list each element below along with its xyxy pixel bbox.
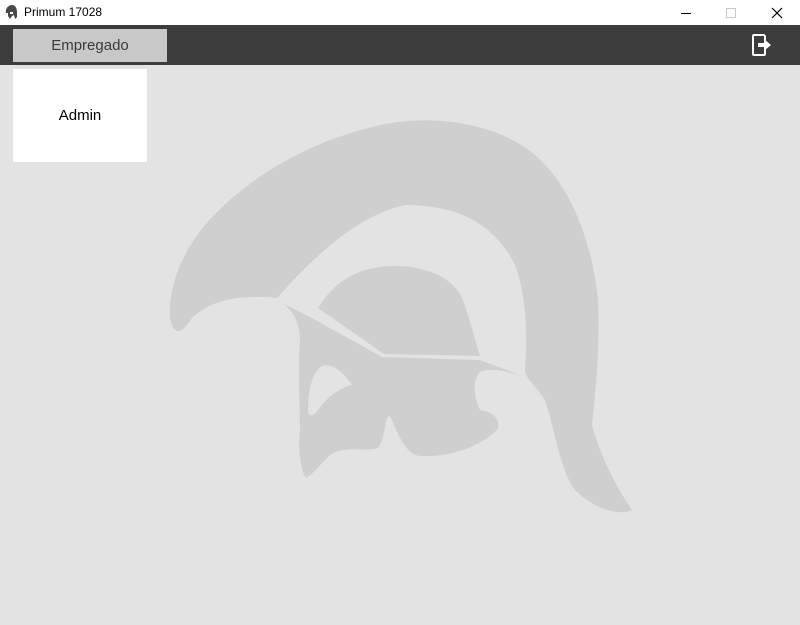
app-window: Primum 17028 Empregado Admin — [0, 0, 800, 625]
toolbar: Empregado — [0, 25, 800, 65]
tab-empregado[interactable]: Empregado — [13, 29, 167, 62]
user-card-admin[interactable]: Admin — [13, 69, 147, 162]
spartan-helmet-logo — [169, 120, 633, 513]
user-card-label: Admin — [58, 107, 102, 124]
spartan-helmet-icon — [5, 5, 18, 19]
close-icon — [771, 7, 783, 18]
window-title: Primum 17028 — [24, 5, 103, 19]
maximize-icon — [726, 7, 736, 18]
maximize-button[interactable] — [708, 0, 754, 25]
minimize-icon — [681, 12, 691, 14]
title-bar[interactable]: Primum 17028 — [0, 0, 800, 25]
minimize-button[interactable] — [663, 0, 709, 25]
logout-icon — [752, 34, 771, 56]
close-button[interactable] — [754, 0, 800, 25]
logout-button[interactable] — [748, 31, 776, 59]
